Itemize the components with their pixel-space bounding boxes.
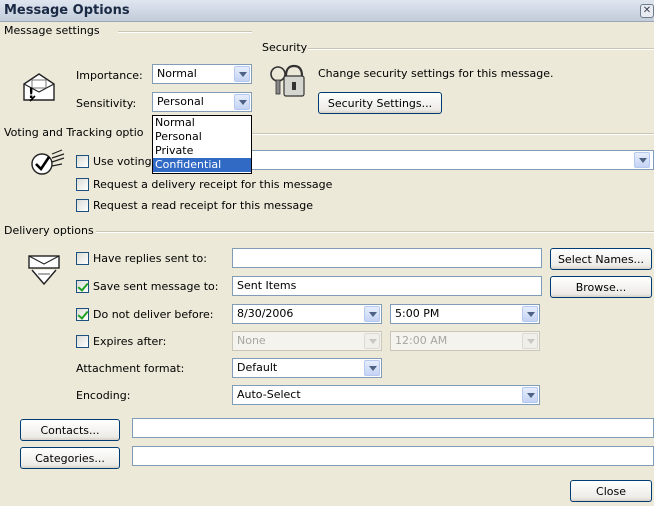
do-not-deliver-checkbox[interactable] bbox=[76, 308, 89, 321]
sensitivity-value: Personal bbox=[157, 95, 204, 108]
close-icon[interactable]: ✕ bbox=[640, 4, 654, 18]
chevron-down-icon[interactable] bbox=[234, 66, 250, 82]
browse-button[interactable]: Browse... bbox=[550, 276, 652, 298]
sensitivity-combo[interactable]: Personal bbox=[152, 92, 252, 112]
delivery-heading: Delivery options bbox=[4, 224, 94, 237]
categories-input[interactable] bbox=[132, 446, 654, 466]
do-not-deliver-date-combo[interactable]: 8/30/2006 bbox=[232, 304, 382, 324]
delivery-receipt-checkbox[interactable] bbox=[76, 178, 89, 191]
sensitivity-option[interactable]: Private bbox=[153, 144, 251, 158]
expires-time: 12:00 AM bbox=[395, 334, 448, 347]
security-description: Change security settings for this messag… bbox=[318, 67, 554, 80]
contacts-button[interactable]: Contacts... bbox=[20, 419, 120, 441]
voting-check-icon bbox=[28, 148, 68, 178]
do-not-deliver-label: Do not deliver before: bbox=[93, 308, 214, 321]
chevron-down-icon[interactable] bbox=[364, 306, 380, 322]
expires-checkbox[interactable] bbox=[76, 335, 89, 348]
do-not-deliver-time: 5:00 PM bbox=[395, 307, 440, 320]
chevron-down-icon[interactable] bbox=[364, 360, 380, 376]
have-replies-input[interactable] bbox=[232, 248, 542, 268]
expires-time-combo[interactable]: 12:00 AM bbox=[390, 331, 540, 351]
security-settings-button[interactable]: Security Settings... bbox=[318, 92, 442, 114]
save-sent-checkbox[interactable] bbox=[76, 280, 89, 293]
chevron-down-icon[interactable] bbox=[522, 333, 538, 349]
sensitivity-option[interactable]: Normal bbox=[153, 116, 251, 130]
envelope-importance-icon: ! bbox=[22, 72, 56, 102]
attachment-format-combo[interactable]: Default bbox=[232, 358, 382, 378]
encoding-label: Encoding: bbox=[76, 389, 131, 402]
chevron-down-icon[interactable] bbox=[234, 94, 250, 110]
lock-icon bbox=[268, 60, 308, 102]
chevron-down-icon[interactable] bbox=[634, 152, 650, 168]
delivery-receipt-label: Request a delivery receipt for this mess… bbox=[93, 178, 333, 191]
encoding-value: Auto-Select bbox=[237, 388, 301, 401]
voting-heading: Voting and Tracking optio bbox=[4, 126, 144, 139]
contacts-input[interactable] bbox=[132, 418, 654, 438]
message-settings-heading: Message settings bbox=[4, 24, 100, 37]
expires-date: None bbox=[237, 334, 266, 347]
sensitivity-label: Sensitivity: bbox=[76, 97, 137, 110]
save-sent-label: Save sent message to: bbox=[93, 280, 219, 293]
security-heading: Security bbox=[262, 41, 308, 54]
security-rule bbox=[308, 48, 654, 50]
read-receipt-label: Request a read receipt for this message bbox=[93, 199, 314, 212]
do-not-deliver-time-combo[interactable]: 5:00 PM bbox=[390, 304, 540, 324]
have-replies-label: Have replies sent to: bbox=[93, 252, 207, 265]
delivery-icon bbox=[26, 252, 66, 286]
use-voting-label: Use voting bbox=[93, 155, 152, 168]
importance-label: Importance: bbox=[76, 69, 143, 82]
do-not-deliver-date: 8/30/2006 bbox=[237, 307, 294, 320]
close-button[interactable]: Close bbox=[570, 480, 652, 502]
voting-rule bbox=[252, 133, 654, 135]
chevron-down-icon[interactable] bbox=[522, 387, 538, 403]
expires-label: Expires after: bbox=[93, 335, 167, 348]
save-sent-input[interactable]: Sent Items bbox=[232, 276, 542, 296]
expires-date-combo[interactable]: None bbox=[232, 331, 382, 351]
use-voting-checkbox[interactable] bbox=[76, 155, 89, 168]
attachment-format-label: Attachment format: bbox=[76, 362, 185, 375]
message-settings-rule bbox=[118, 31, 252, 33]
chevron-down-icon[interactable] bbox=[364, 333, 380, 349]
importance-combo[interactable]: Normal bbox=[152, 64, 252, 84]
sensitivity-option[interactable]: Personal bbox=[153, 130, 251, 144]
title-bar[interactable]: Message Options ✕ bbox=[0, 0, 654, 22]
sensitivity-dropdown-list[interactable]: Normal Personal Private Confidential bbox=[152, 115, 252, 174]
sensitivity-option-highlighted[interactable]: Confidential bbox=[153, 158, 251, 172]
window-title: Message Options bbox=[4, 3, 130, 18]
delivery-rule bbox=[96, 231, 654, 233]
encoding-combo[interactable]: Auto-Select bbox=[232, 385, 540, 405]
chevron-down-icon[interactable] bbox=[522, 306, 538, 322]
attachment-format-value: Default bbox=[237, 361, 278, 374]
importance-value: Normal bbox=[157, 67, 197, 80]
categories-button[interactable]: Categories... bbox=[20, 447, 120, 469]
voting-buttons-combo[interactable] bbox=[250, 150, 654, 170]
select-names-button[interactable]: Select Names... bbox=[550, 248, 652, 270]
read-receipt-checkbox[interactable] bbox=[76, 199, 89, 212]
have-replies-checkbox[interactable] bbox=[76, 252, 89, 265]
